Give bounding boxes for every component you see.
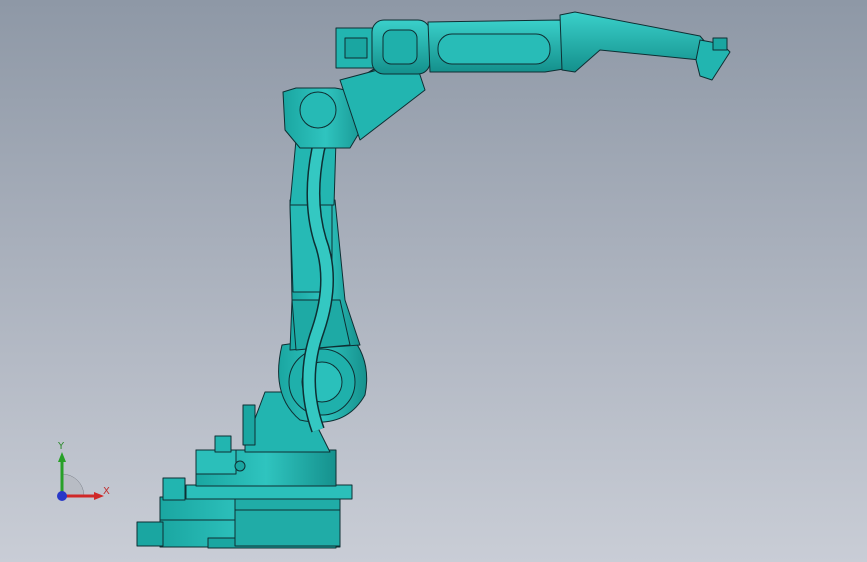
robot-arm-model[interactable] [0, 0, 867, 562]
robot-tool-flange[interactable] [695, 37, 731, 81]
robot-base[interactable] [136, 477, 353, 549]
robot-forearm[interactable] [427, 11, 713, 73]
graphics-viewport[interactable]: Y X [0, 0, 867, 562]
robot-wrist-housing[interactable] [335, 19, 431, 75]
orientation-triad: Y X [48, 438, 118, 510]
axis-y-label: Y [58, 441, 65, 452]
axis-x-label: X [103, 486, 110, 497]
